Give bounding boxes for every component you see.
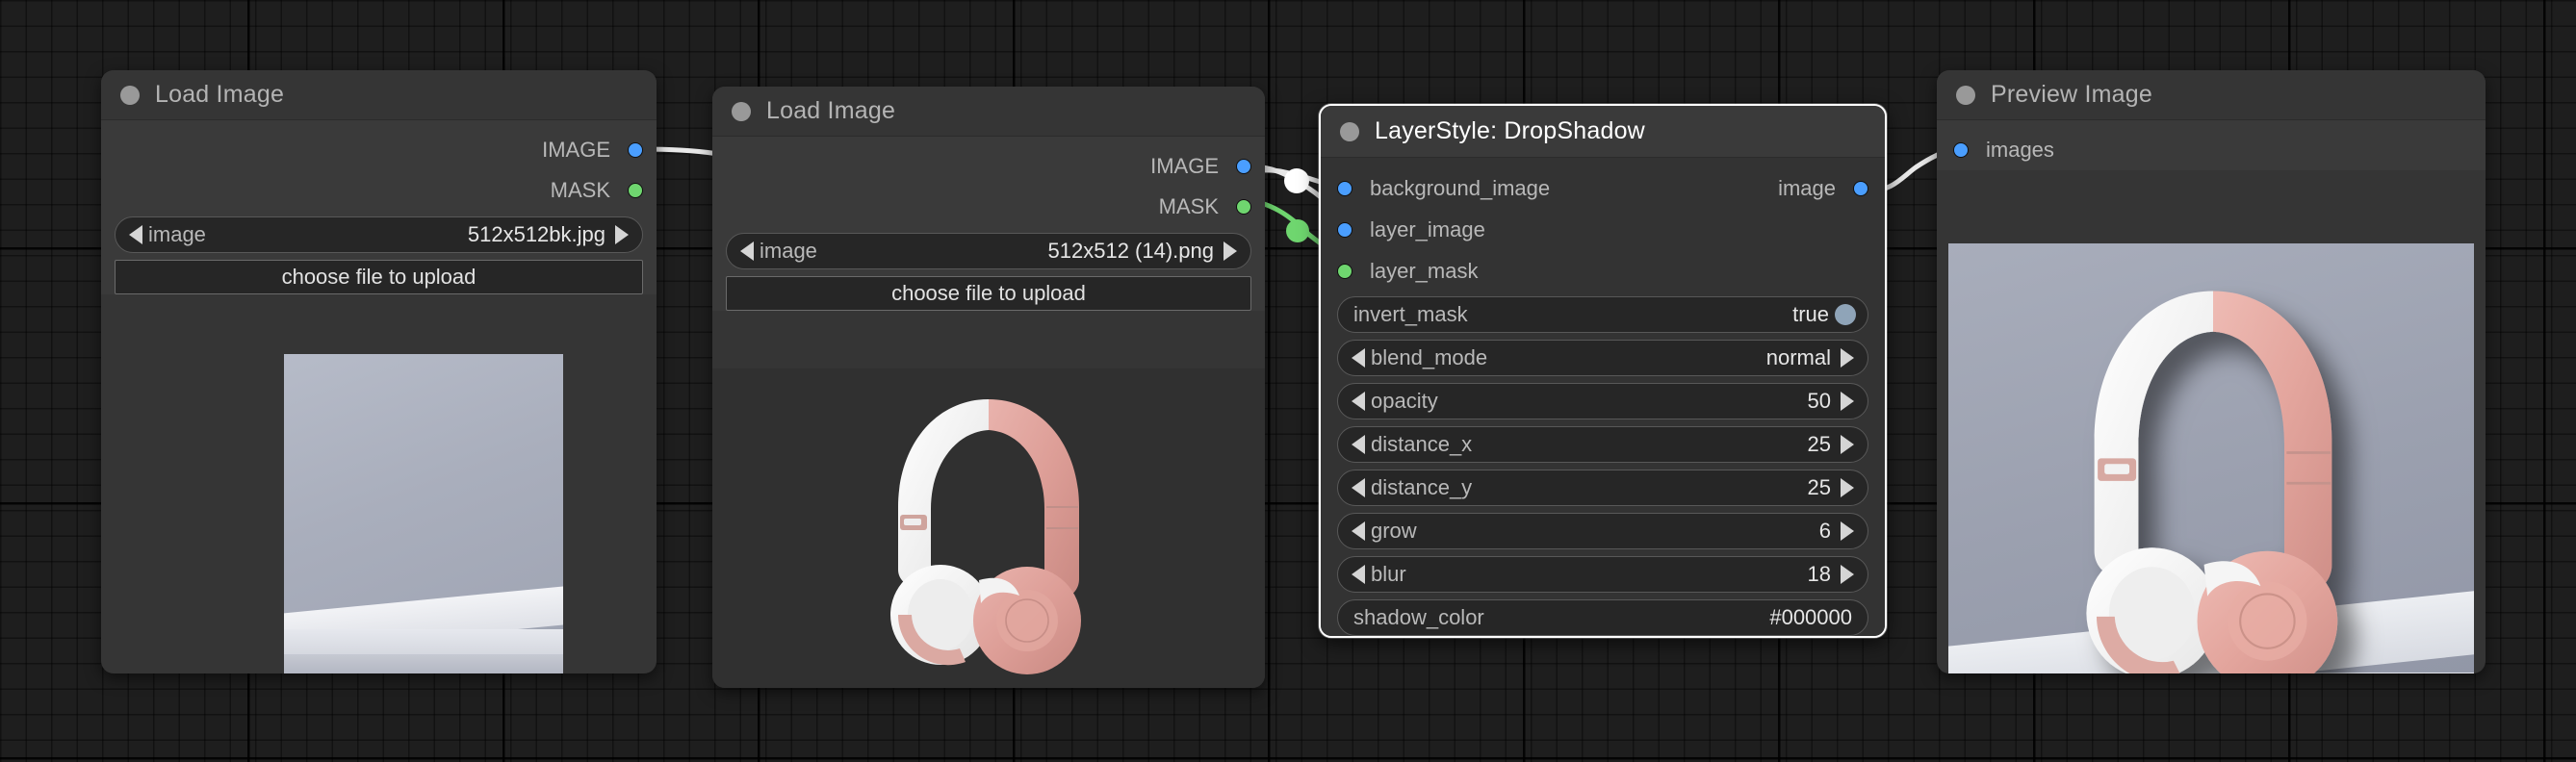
input-slot-layer-image[interactable]: layer_image: [1337, 209, 1868, 250]
node-title-label: Preview Image: [1991, 81, 2152, 108]
chevron-right-icon[interactable]: [1841, 435, 1854, 454]
widget-name: opacity: [1371, 389, 1438, 413]
input-slot-label: layer_image: [1370, 216, 1485, 241]
chevron-right-icon[interactable]: [1841, 392, 1854, 411]
output-slot-image[interactable]: image: [1778, 167, 1868, 209]
output-slot-mask[interactable]: MASK: [115, 170, 643, 211]
node-body: background_image image layer_image layer…: [1321, 158, 1885, 636]
input-slot-images[interactable]: images: [1953, 130, 2469, 170]
widget-shadow-color-text[interactable]: shadow_color #000000: [1337, 599, 1868, 636]
chevron-left-icon[interactable]: [1352, 435, 1365, 454]
widget-name: distance_y: [1371, 475, 1473, 499]
chevron-left-icon[interactable]: [129, 225, 142, 244]
output-dot-image-icon[interactable]: [1236, 159, 1251, 174]
widget-name: image: [148, 222, 206, 246]
node-title-bar[interactable]: LayerStyle: DropShadow: [1321, 106, 1885, 158]
node-load-image-2[interactable]: Load Image IMAGE MASK image 512x512 (14)…: [712, 87, 1265, 688]
widget-name: invert_mask: [1353, 302, 1468, 326]
chevron-left-icon[interactable]: [1352, 565, 1365, 584]
node-title-label: Load Image: [155, 81, 285, 108]
widget-value: normal: [1765, 345, 1831, 369]
collapse-dot-icon[interactable]: [732, 101, 751, 121]
widget-name: shadow_color: [1353, 605, 1484, 629]
widget-value: 50: [1807, 389, 1831, 413]
headphones-composited-illustration: [2086, 291, 2338, 673]
output-slot-mask[interactable]: MASK: [726, 187, 1251, 227]
input-slot-label: background_image: [1370, 175, 1551, 200]
widget-image-combo[interactable]: image 512x512bk.jpg: [115, 216, 643, 253]
widget-value: 512x512bk.jpg: [467, 222, 605, 246]
widget-distance-y-number[interactable]: distance_y 25: [1337, 470, 1868, 506]
input-slot-label: layer_mask: [1370, 258, 1479, 283]
widget-name: image: [760, 239, 817, 263]
widget-image-combo[interactable]: image 512x512 (14).png: [726, 233, 1251, 269]
image-preview-2: [712, 368, 1265, 688]
input-dot-mask-icon[interactable]: [1337, 263, 1352, 279]
widget-name: blend_mode: [1371, 345, 1488, 369]
node-load-image-1[interactable]: Load Image IMAGE MASK image 512x512bk.jp…: [101, 70, 657, 673]
chevron-left-icon[interactable]: [1352, 521, 1365, 541]
output-dot-image-icon[interactable]: [628, 142, 643, 158]
widget-value: 6: [1818, 519, 1831, 543]
input-slot-layer-mask[interactable]: layer_mask: [1337, 250, 1868, 292]
output-dot-image-icon[interactable]: [1853, 180, 1868, 196]
output-dot-mask-icon[interactable]: [628, 183, 643, 198]
chevron-right-icon[interactable]: [1841, 478, 1854, 497]
chevron-left-icon[interactable]: [1352, 348, 1365, 368]
output-slot-image[interactable]: IMAGE: [115, 130, 643, 170]
preview-image-content: [284, 354, 563, 673]
widget-name: blur: [1371, 562, 1406, 586]
widget-value: 25: [1807, 475, 1831, 499]
widget-value: 25: [1807, 432, 1831, 456]
choose-file-to-upload-button[interactable]: choose file to upload: [726, 276, 1251, 311]
widget-value: #000000: [1769, 605, 1852, 629]
node-title-label: LayerStyle: DropShadow: [1375, 117, 1645, 144]
image-preview-1: [284, 354, 563, 673]
node-preview-image[interactable]: Preview Image images: [1937, 70, 2486, 673]
widget-opacity-number[interactable]: opacity 50: [1337, 383, 1868, 419]
node-body: images: [1937, 120, 2486, 170]
input-dot-image-icon[interactable]: [1337, 180, 1352, 196]
widget-name: grow: [1371, 519, 1417, 543]
output-slot-image[interactable]: IMAGE: [726, 146, 1251, 187]
node-title-bar[interactable]: Load Image: [712, 87, 1265, 137]
input-dot-image-icon[interactable]: [1953, 142, 1969, 158]
widget-invert-mask-toggle[interactable]: invert_mask true: [1337, 296, 1868, 333]
choose-file-to-upload-button[interactable]: choose file to upload: [115, 260, 643, 294]
chevron-left-icon[interactable]: [1352, 392, 1365, 411]
node-title-bar[interactable]: Load Image: [101, 70, 657, 120]
collapse-dot-icon[interactable]: [1956, 85, 1975, 105]
output-dot-mask-icon[interactable]: [1236, 199, 1251, 215]
collapse-dot-icon[interactable]: [1340, 121, 1359, 141]
widget-value: true: [1792, 302, 1829, 326]
widget-grow-number[interactable]: grow 6: [1337, 513, 1868, 549]
widget-blur-number[interactable]: blur 18: [1337, 556, 1868, 593]
image-preview-result: [1948, 243, 2474, 673]
chevron-left-icon[interactable]: [1352, 478, 1365, 497]
input-dot-image-icon[interactable]: [1337, 221, 1352, 238]
node-body: IMAGE MASK image 512x512 (14).png choose…: [712, 137, 1265, 311]
chevron-left-icon[interactable]: [740, 241, 754, 261]
chevron-right-icon[interactable]: [615, 225, 629, 244]
floor-shape: [284, 654, 563, 673]
widget-name: distance_x: [1371, 432, 1473, 456]
widget-value: 18: [1807, 562, 1831, 586]
node-body: IMAGE MASK image 512x512bk.jpg choose fi…: [101, 120, 657, 294]
node-title-bar[interactable]: Preview Image: [1937, 70, 2486, 120]
widget-distance-x-number[interactable]: distance_x 25: [1337, 426, 1868, 463]
collapse-dot-icon[interactable]: [120, 85, 140, 105]
widget-value: 512x512 (14).png: [1047, 239, 1214, 263]
chevron-right-icon[interactable]: [1841, 565, 1854, 584]
node-layerstyle-dropshadow[interactable]: LayerStyle: DropShadow background_image …: [1319, 104, 1887, 638]
widget-blend-mode-combo[interactable]: blend_mode normal: [1337, 340, 1868, 376]
chevron-right-icon[interactable]: [1224, 241, 1237, 261]
toggle-knob-icon[interactable]: [1835, 304, 1856, 325]
chevron-right-icon[interactable]: [1841, 348, 1854, 368]
headphones-illustration: [890, 399, 1081, 674]
chevron-right-icon[interactable]: [1841, 521, 1854, 541]
node-title-label: Load Image: [766, 97, 896, 124]
